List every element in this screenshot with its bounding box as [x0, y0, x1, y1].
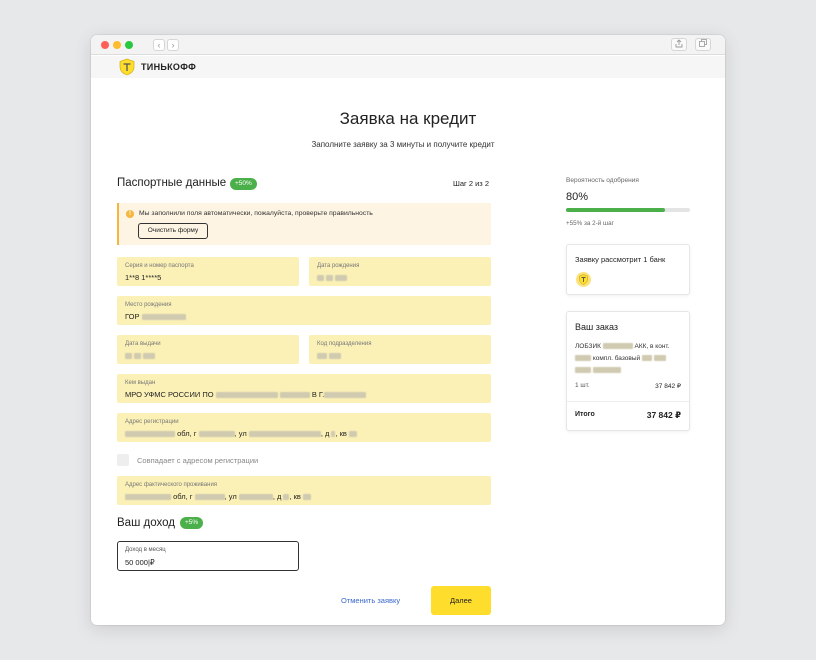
passport-series-field[interactable]: Серия и номер паспорта 1**8 1****5: [117, 257, 299, 286]
tinkoff-logo-icon[interactable]: [118, 58, 136, 76]
minimize-window-button[interactable]: [113, 41, 121, 49]
actual-address-field[interactable]: Адрес фактического проживания обл, г , у…: [117, 476, 491, 505]
field-label: Доход в месяц: [125, 547, 166, 553]
close-window-button[interactable]: [101, 41, 109, 49]
clear-form-button[interactable]: Очистить форму: [138, 223, 208, 239]
maximize-window-button[interactable]: [125, 41, 133, 49]
site-header: ТИНЬКОФФ: [91, 56, 725, 78]
field-label: Код подразделения: [317, 341, 372, 347]
field-value: обл, г , ул , д , кв: [125, 492, 312, 501]
approval-probability-value: 80%: [566, 191, 589, 203]
bank-review-title: Заявку рассмотрит 1 банк: [575, 255, 666, 264]
same-address-checkbox[interactable]: [117, 454, 129, 466]
field-value: 1**8 1****5: [125, 273, 162, 282]
approval-probability-label: Вероятность одобрения: [566, 177, 639, 184]
field-value: обл, г , ул , д , кв: [125, 429, 358, 438]
order-price: 37 842 ₽: [655, 383, 681, 390]
warning-icon: !: [126, 210, 134, 218]
order-quantity-row: 1 шт. 37 842 ₽: [575, 382, 681, 390]
field-value: [125, 351, 156, 360]
field-label: Серия и номер паспорта: [125, 263, 194, 269]
bank-logo-icon: [576, 272, 591, 287]
page-title: Заявка на кредит: [339, 109, 477, 128]
same-address-label[interactable]: Совпадает с адресом регистрации: [137, 456, 258, 465]
order-divider: [567, 401, 689, 402]
back-button[interactable]: ‹: [153, 39, 165, 51]
order-quantity: 1 шт.: [575, 382, 590, 389]
income-section-title: Ваш доход: [117, 517, 175, 529]
field-value: [317, 273, 348, 282]
field-label: Дата выдачи: [125, 341, 161, 347]
field-label: Дата рождения: [317, 263, 360, 269]
field-label: Адрес регистрации: [125, 419, 179, 425]
notice-text: Мы заполнили поля автоматически, пожалуй…: [139, 210, 373, 217]
order-item-name: ЛОБЗИК АКК, в конт. компл. базовый: [575, 341, 685, 377]
income-badge: +5%: [180, 517, 204, 529]
order-total-row: Итого 37 842 ₽: [575, 410, 681, 420]
monthly-income-input[interactable]: Доход в месяц 50 000|₽: [117, 541, 299, 571]
approval-probability-note: +55% за 2-й шаг: [566, 220, 614, 227]
field-value: 50 000|₽: [125, 558, 155, 567]
tabs-icon[interactable]: [695, 38, 711, 51]
page-subtitle: Заполните заявку за 3 минуты и получите …: [311, 140, 495, 149]
field-value: МРО УФМС РОССИИ ПО В Г.: [125, 390, 367, 399]
department-code-field[interactable]: Код подразделения: [309, 335, 491, 364]
passport-section-title: Паспортные данные: [117, 177, 227, 189]
field-label: Место рождения: [125, 302, 172, 308]
approval-progress-bar: [566, 208, 690, 212]
birthdate-field[interactable]: Дата рождения: [309, 257, 491, 286]
bank-review-card: Заявку рассмотрит 1 банк: [566, 244, 690, 295]
field-label: Адрес фактического проживания: [125, 482, 218, 488]
logo-text[interactable]: ТИНЬКОФФ: [141, 62, 196, 72]
passport-badge: +50%: [230, 178, 257, 190]
issued-by-field[interactable]: Кем выдан МРО УФМС РОССИИ ПО В Г.: [117, 374, 491, 403]
order-total-value: 37 842 ₽: [646, 410, 681, 420]
browser-window: ‹ › ТИНЬКОФФ Заявка на кредит Заполните …: [91, 35, 725, 625]
next-button[interactable]: Далее: [431, 586, 491, 615]
birthplace-field[interactable]: Место рождения ГОР: [117, 296, 491, 325]
approval-progress-fill: [566, 208, 666, 212]
order-card: Ваш заказ ЛОБЗИК АКК, в конт. компл. баз…: [566, 311, 690, 431]
field-value: [317, 351, 342, 360]
registration-address-field[interactable]: Адрес регистрации обл, г , ул , д , кв: [117, 413, 491, 442]
autofill-notice: ! Мы заполнили поля автоматически, пожал…: [117, 203, 491, 245]
share-icon[interactable]: [671, 38, 687, 51]
browser-titlebar: ‹ ›: [91, 35, 725, 55]
issue-date-field[interactable]: Дата выдачи: [117, 335, 299, 364]
cancel-application-link[interactable]: Отменить заявку: [341, 596, 400, 605]
forward-button[interactable]: ›: [167, 39, 179, 51]
step-indicator: Шаг 2 из 2: [453, 179, 490, 188]
field-label: Кем выдан: [125, 380, 156, 386]
field-value: ГОР: [125, 312, 186, 321]
order-total-label: Итого: [575, 411, 595, 418]
order-title: Ваш заказ: [575, 322, 619, 332]
